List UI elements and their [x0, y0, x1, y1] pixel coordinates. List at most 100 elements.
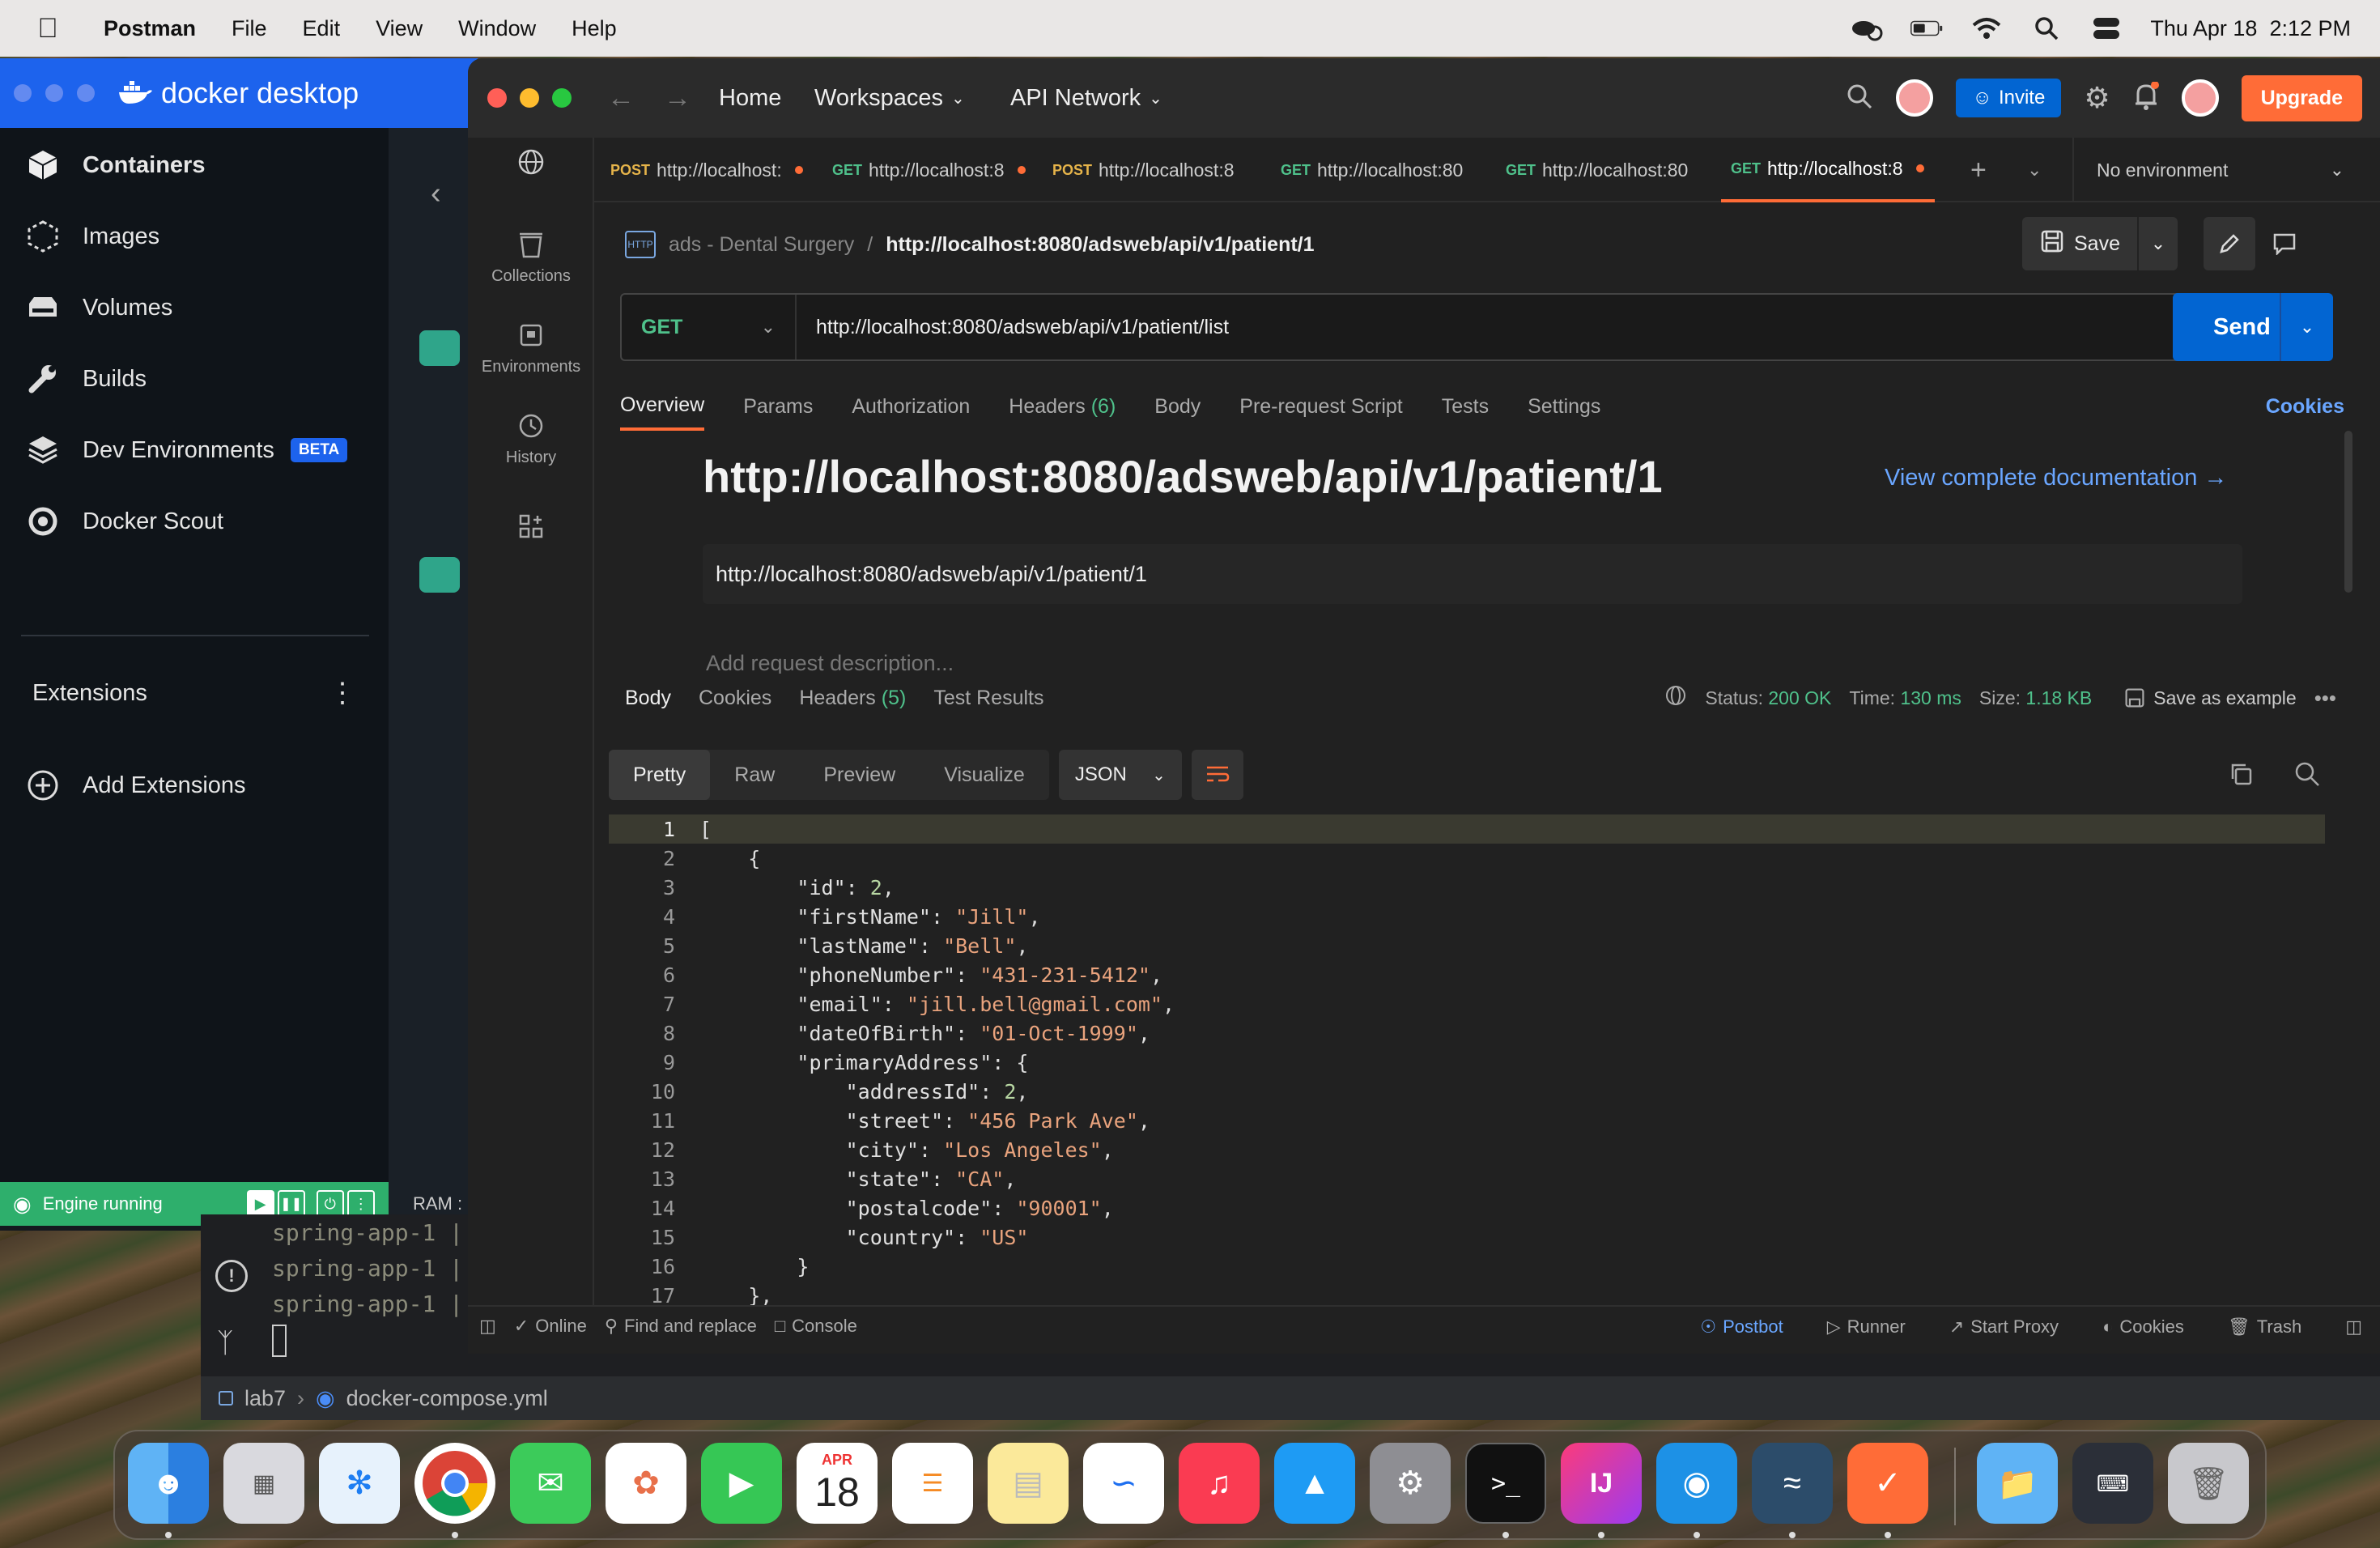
format-preview[interactable]: Preview	[799, 750, 920, 800]
console-button[interactable]: □ Console	[775, 1316, 857, 1337]
view-documentation-link[interactable]: View complete documentation →	[1885, 465, 2227, 491]
find-replace-button[interactable]: ⚲ Find and replace	[605, 1316, 757, 1337]
format-pretty[interactable]: Pretty	[609, 750, 711, 800]
system-settings-icon[interactable]: ⚙	[1370, 1443, 1451, 1524]
format-visualize[interactable]: Visualize	[920, 750, 1049, 800]
notes-icon[interactable]: ▤	[988, 1443, 1069, 1524]
reminders-icon[interactable]: ☰	[892, 1443, 973, 1524]
intellij-icon[interactable]: IJ	[1561, 1443, 1642, 1524]
status-info[interactable]: Status: 200 OK	[1705, 687, 1831, 709]
rail-history[interactable]: History	[468, 410, 594, 467]
engine-play-button[interactable]: ▶	[246, 1190, 274, 1218]
edit-pencil-icon[interactable]	[2204, 217, 2255, 270]
home-link[interactable]: Home	[719, 58, 781, 138]
postman-icon[interactable]: ✓	[1847, 1443, 1928, 1524]
url-input[interactable]: http://localhost:8080/adsweb/api/v1/pati…	[816, 316, 1229, 339]
more-vertical-icon[interactable]: ⋮	[329, 677, 356, 709]
save-chevron-down-icon[interactable]: ⌄	[2137, 217, 2178, 270]
request-tab[interactable]: GET http://localhost:80	[1506, 138, 1708, 202]
network-globe-icon[interactable]	[1664, 684, 1687, 712]
docker-nav-docker-scout[interactable]: Docker Scout	[24, 497, 223, 546]
menubar-clock[interactable]: Thu Apr 18 2:12 PM	[2150, 16, 2351, 41]
scrollbar[interactable]	[2344, 431, 2352, 593]
add-extensions-button[interactable]: Add Extensions	[24, 761, 246, 810]
start-proxy-button[interactable]: ↗ Start Proxy	[1949, 1316, 2059, 1337]
mysql-workbench-icon[interactable]: ≈	[1752, 1443, 1833, 1524]
docker-nav-builds[interactable]: Builds	[24, 355, 147, 403]
send-button[interactable]: Send ⌄	[2173, 293, 2333, 361]
trash-icon[interactable]: 🗑	[2168, 1443, 2249, 1524]
request-description-input[interactable]: Add request description...	[706, 651, 954, 676]
workspaces-menu[interactable]: Workspaces ⌄	[814, 58, 965, 138]
collapse-sidebar-icon[interactable]: ‹	[431, 176, 441, 211]
menu-window[interactable]: Window	[458, 16, 536, 41]
profile-avatar[interactable]	[2181, 79, 2219, 117]
method-select[interactable]: GET ⌄	[622, 295, 797, 359]
new-tab-plus-icon[interactable]: +	[1970, 138, 1987, 202]
engine-pause-button[interactable]: ❚❚	[277, 1190, 305, 1218]
cookies-button[interactable]: ◐ Cookies	[2102, 1316, 2184, 1337]
close-window-button[interactable]	[14, 84, 32, 102]
keyboard-icon[interactable]: ⌨	[2072, 1443, 2153, 1524]
wifi-icon[interactable]	[1970, 15, 2003, 42]
rail-collections[interactable]: Collections	[468, 228, 594, 286]
api-network-menu[interactable]: API Network ⌄	[1010, 58, 1162, 138]
cookies-link[interactable]: Cookies	[2266, 395, 2344, 419]
size-info[interactable]: Size: 1.18 KB	[1979, 687, 2092, 709]
warning-circle-icon[interactable]: !	[215, 1260, 248, 1292]
notification-bell-icon[interactable]	[2133, 80, 2159, 115]
format-raw[interactable]: Raw	[710, 750, 799, 800]
tab-settings[interactable]: Settings	[1528, 382, 1600, 431]
more-horizontal-icon[interactable]: •••	[2314, 686, 2336, 711]
layout-icon[interactable]: ◫	[2345, 1316, 2362, 1337]
maximize-window-button[interactable]	[77, 84, 95, 102]
request-tab[interactable]: GET http://localhost:8	[832, 138, 1035, 202]
tab-tests[interactable]: Tests	[1442, 382, 1489, 431]
time-info[interactable]: Time: 130 ms	[1849, 687, 1961, 709]
online-status[interactable]: ✓ Online	[514, 1316, 587, 1337]
weather-icon[interactable]	[1851, 15, 1883, 42]
save-as-example-button[interactable]: Save as example	[2124, 687, 2297, 709]
overview-url[interactable]: http://localhost:8080/adsweb/api/v1/pati…	[703, 544, 2242, 604]
calendar-icon[interactable]: APR 18	[797, 1443, 878, 1524]
finder-icon[interactable]: ☻	[128, 1443, 209, 1524]
docker-nav-images[interactable]: Images	[24, 212, 159, 261]
messages-icon[interactable]: ✉	[510, 1443, 591, 1524]
tab-overview[interactable]: Overview	[620, 382, 705, 431]
tab-headers[interactable]: Headers (6)	[1009, 382, 1116, 431]
menu-view[interactable]: View	[376, 16, 423, 41]
minimize-window-button[interactable]	[520, 88, 539, 108]
save-button[interactable]: Save ⌄	[2022, 217, 2178, 270]
response-tab-headers[interactable]: Headers (5)	[799, 687, 906, 710]
invite-button[interactable]: ☺ Invite	[1956, 79, 2062, 117]
tab-params[interactable]: Params	[743, 382, 813, 431]
menu-edit[interactable]: Edit	[303, 16, 341, 41]
response-tab-test-results[interactable]: Test Results	[933, 687, 1043, 710]
request-tab-active[interactable]: GET http://localhost:8	[1721, 138, 1935, 202]
maximize-window-button[interactable]	[552, 88, 572, 108]
upgrade-button[interactable]: Upgrade	[2241, 74, 2362, 121]
tab-body[interactable]: Body	[1154, 382, 1201, 431]
engine-more-button[interactable]: ⋮	[346, 1190, 375, 1218]
request-tab[interactable]: GET http://localhost:80	[1281, 138, 1483, 202]
chrome-icon[interactable]	[414, 1443, 495, 1524]
request-tab[interactable]: POST http://localhost:	[610, 138, 813, 202]
globe-icon[interactable]	[468, 146, 594, 178]
comments-icon[interactable]	[2259, 217, 2310, 270]
photos-icon[interactable]: ✿	[606, 1443, 686, 1524]
copy-icon[interactable]	[2228, 761, 2254, 791]
menu-app-name[interactable]: Postman	[104, 16, 196, 41]
docker-nav-volumes[interactable]: Volumes	[24, 283, 172, 332]
response-tab-body[interactable]: Body	[625, 687, 671, 710]
runner-button[interactable]: ▷ Runner	[1827, 1316, 1906, 1337]
wrap-lines-icon[interactable]	[1191, 750, 1243, 800]
response-tab-cookies[interactable]: Cookies	[699, 687, 771, 710]
request-tab[interactable]: POST http://localhost:8	[1052, 138, 1255, 202]
search-response-icon[interactable]	[2294, 761, 2320, 791]
settings-gear-icon[interactable]: ⚙	[2084, 81, 2110, 115]
control-center-icon[interactable]	[2090, 15, 2123, 42]
postbot-button[interactable]: ☉ Postbot	[1700, 1316, 1783, 1337]
send-chevron-down-icon[interactable]: ⌄	[2280, 293, 2333, 361]
user-avatar[interactable]	[1896, 79, 1934, 117]
back-arrow-icon[interactable]: ←	[607, 58, 635, 138]
